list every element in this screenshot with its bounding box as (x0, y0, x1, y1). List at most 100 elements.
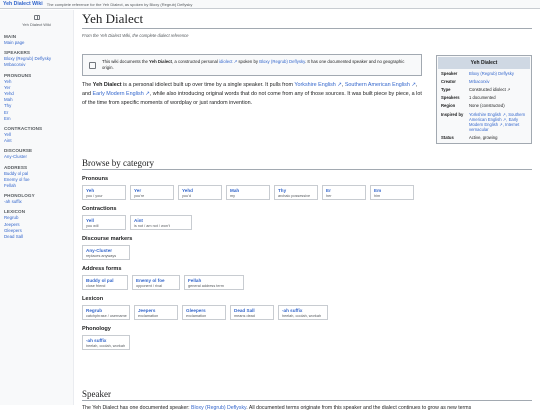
term-card[interactable]: Em him (370, 185, 414, 200)
term-gloss: catchphrase / username (86, 313, 127, 318)
term-card[interactable]: -ah suffix heelah, coolah, workah (82, 335, 130, 350)
term-gloss: general address term (188, 283, 224, 288)
term-gloss: you're (134, 193, 145, 198)
term-card[interactable]: Fellah general address term (184, 275, 244, 290)
term-gloss: my (230, 193, 236, 198)
speaker-paragraph: The Yeh Dialect has one documented speak… (82, 405, 532, 411)
term-card[interactable]: Yehd you'd (178, 185, 222, 200)
term-card[interactable]: Jeepers exclamation (134, 305, 178, 320)
term-gloss: heelah, coolah, workah (282, 313, 322, 318)
term-card[interactable]: Yer you're (130, 185, 174, 200)
sidebar-item[interactable]: Dead Sall (4, 234, 69, 240)
term-gloss: means dead (234, 313, 255, 318)
category-heading: Address forms (82, 266, 122, 272)
page-subtitle: From the Yeh Dialect Wiki, the complete … (82, 33, 189, 38)
browse-section: Browse by category Pronouns Yeh you / your… (82, 158, 532, 350)
term-gloss: heelah, coolah, workah (86, 343, 126, 348)
term-card[interactable]: Dead Sall means dead (230, 305, 274, 320)
sidebar-heading: LEXICON (4, 209, 26, 215)
card-row: Yell you will Aint is not / am not / won't (82, 215, 532, 230)
term-card[interactable]: Mah my (226, 185, 270, 200)
infobox-rows: Speaker Bloxy (Regrub) Deflysky Creator Mrb… (438, 69, 530, 142)
intro-text: The (82, 82, 93, 88)
term-gloss: replaces anyways (86, 253, 117, 258)
page-title: Yeh Dialect (82, 11, 532, 29)
speaker-section: Speaker The Yeh Dialect has one document… (82, 389, 532, 411)
sidebar-section: PHONOLOGY -ah suffix (4, 193, 69, 205)
sidebar-section: PRONOUNS Yeh Yer Yehd Mah Thy Er Em (4, 73, 69, 122)
sidebar-item[interactable]: -ah suffix (4, 199, 69, 205)
term-card[interactable]: Enemy ol foe opponent / rival (132, 275, 180, 290)
term-card[interactable]: Regrub catchphrase / username (82, 305, 130, 320)
term-gloss: you / your (86, 193, 103, 198)
speaker-text: . All documented terms originate from th… (246, 405, 472, 411)
sidebar-section: CONTRACTIONS Yell Aint (4, 126, 69, 144)
speaker-link[interactable]: Bloxy (Regrub) Deflysky (191, 405, 246, 411)
browse-heading: Browse by category (82, 158, 532, 170)
notice-bold: Yeh Dialect (149, 59, 172, 64)
sidebar-item[interactable]: Any-Cluster (4, 154, 69, 160)
sidebar-heading: ADDRESS (4, 164, 28, 170)
southern-american-link[interactable]: Southern American English ↗ (345, 82, 416, 88)
notice-text-part: , a constructed personal (171, 59, 220, 64)
term-card[interactable]: Yeh you / your (82, 185, 126, 200)
term-card[interactable]: Any-Cluster replaces anyways (82, 245, 130, 260)
site-brand-link[interactable]: Yeh Dialect Wiki (3, 1, 43, 7)
sidebar-item[interactable]: Mrbacorxiv (4, 62, 69, 68)
sidebar-section: ADDRESS Buddy ol pal Enemy ol foe Fellah (4, 165, 69, 190)
sidebar-heading: CONTRACTIONS (4, 126, 43, 132)
term-card[interactable]: Er her (322, 185, 366, 200)
term-gloss: opponent / rival (136, 283, 162, 288)
infobox-key: Status (441, 135, 454, 141)
yorkshire-link[interactable]: Yorkshire English ↗ (294, 82, 341, 88)
category-heading: Lexicon (82, 296, 104, 302)
notice-text: This wiki documents the Yeh Dialect, a c… (102, 59, 415, 71)
term-card[interactable]: Aint is not / am not / won't (130, 215, 192, 230)
card-row: Yeh you / your Yer you're Yehd you'd Mah my Thy a… (82, 185, 532, 200)
early-modern-link[interactable]: Early Modern English ↗ (93, 91, 150, 97)
infobox-row: Speaker Bloxy (Regrub) Deflysky (438, 69, 530, 77)
term-gloss: archaic possessive (278, 193, 311, 198)
sidebar-heading: DISCOURSE (4, 148, 33, 154)
infobox: Yeh Dialect Speaker Bloxy (Regrub) Deflys… (436, 55, 532, 145)
infobox-value[interactable]: Bloxy (Regrub) Deflysky (469, 71, 529, 76)
book-icon (33, 15, 40, 20)
category-heading: Contractions (82, 206, 117, 212)
sidebar-item[interactable]: Aint (4, 138, 69, 144)
sidebar-item[interactable]: Main page (4, 40, 69, 46)
idiolect-link[interactable]: idiolect ↗ (219, 59, 237, 64)
term-card[interactable]: Gleepers exclamation (182, 305, 226, 320)
sidebar-item[interactable]: Em (4, 116, 69, 122)
term-gloss: him (374, 193, 381, 198)
wiki-logo[interactable]: Yeh Dialect Wiki (4, 12, 69, 30)
sidebar-heading: SPEAKERS (4, 50, 31, 56)
logo-text: Yeh Dialect Wiki (22, 22, 51, 27)
infobox-value: Active, growing (469, 135, 498, 141)
intro-bold: Yeh Dialect (92, 82, 122, 88)
info-box-icon (89, 61, 96, 69)
speaker-heading: Speaker (82, 389, 532, 401)
card-row: Regrub catchphrase / username Jeepers excla… (82, 305, 532, 320)
infobox-row: Creator Mrbacorxiv (438, 77, 530, 85)
infobox-value[interactable]: Yorkshire English ↗, Southern American E… (469, 112, 529, 133)
infobox-value: 1 documented (469, 95, 496, 101)
info-notice: This wiki documents the Yeh Dialect, a c… (82, 54, 422, 76)
main-content: Yeh Dialect From the Yeh Dialect Wiki, t… (82, 11, 532, 411)
sidebar-section: MAIN Main page (4, 34, 69, 46)
category-heading: Phonology (82, 326, 111, 332)
speaker-link[interactable]: Bloxy (Regrub) Deflysky (259, 59, 305, 64)
term-card[interactable]: Thy archaic possessive (274, 185, 318, 200)
card-row: Any-Cluster replaces anyways (82, 245, 532, 260)
infobox-key: Creator (441, 78, 456, 84)
infobox-value: Constructed idiolect ↗ (469, 86, 511, 92)
infobox-key: Type (441, 86, 451, 92)
site-tagline: The complete reference for the Yeh Diale… (46, 1, 193, 7)
sidebar-item[interactable]: Fellah (4, 183, 69, 189)
category-heading: Discourse markers (82, 236, 133, 242)
infobox-value[interactable]: Mrbacorxiv (469, 79, 529, 84)
term-card[interactable]: -ah suffix heelah, coolah, workah (278, 305, 328, 320)
term-card[interactable]: Buddy ol pal close friend (82, 275, 128, 290)
intro-paragraph: The Yeh Dialect is a personal idiolect b… (82, 81, 427, 109)
term-card[interactable]: Yell you will (82, 215, 126, 230)
infobox-value: None (constructed) (469, 103, 505, 109)
